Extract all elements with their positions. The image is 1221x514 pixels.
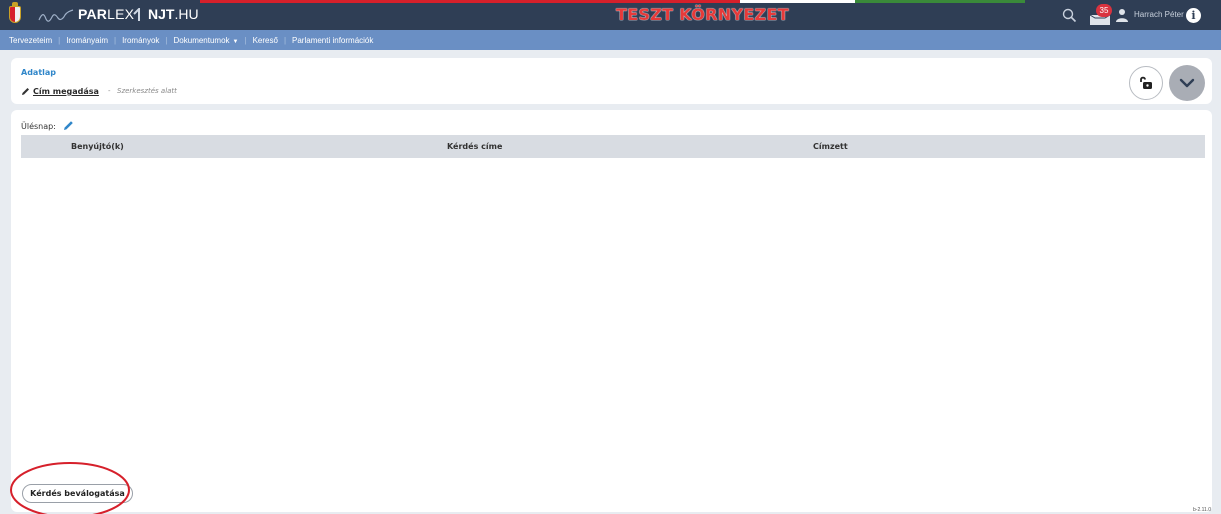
- nav-separator: |: [283, 35, 287, 45]
- chevron-down-icon: ▼: [232, 38, 239, 45]
- chevron-down-icon: [1179, 78, 1195, 88]
- parlex-wave-icon: [38, 9, 74, 22]
- questions-card: Ülésnap: Benyújtó(k) Kérdés címe Címzett…: [11, 110, 1212, 512]
- main-nav: Tervezeteim | Irományaim | Irományok | D…: [0, 30, 1221, 50]
- nav-item-kereso[interactable]: Kereső: [253, 36, 278, 45]
- questions-table-header: Benyújtó(k) Kérdés címe Címzett: [21, 135, 1205, 158]
- expand-button[interactable]: [1169, 65, 1205, 101]
- nav-item-iromanyaim[interactable]: Irományaim: [66, 36, 108, 45]
- flag-stripe-green: [855, 0, 1025, 3]
- nav-item-iromanyok[interactable]: Irományok: [122, 36, 159, 45]
- edit-ulesnap-icon[interactable]: [63, 120, 74, 131]
- nav-item-dokumentumok[interactable]: Dokumentumok ▼: [174, 36, 239, 45]
- nav-separator: |: [114, 35, 117, 45]
- nav-separator: |: [165, 35, 168, 45]
- parlex-logo[interactable]: PARLEX: [78, 6, 134, 22]
- nav-item-dokumentumok-label: Dokumentumok: [173, 35, 230, 45]
- column-header-kerdes-cime[interactable]: Kérdés címe: [447, 142, 502, 151]
- crest-icon: [9, 2, 21, 23]
- nav-item-parlamenti-informaciok[interactable]: Parlamenti információk: [292, 36, 373, 45]
- user-icon[interactable]: [1116, 8, 1128, 22]
- status-separator: -: [108, 87, 111, 95]
- parlex-logo-bold: PAR: [78, 6, 108, 22]
- nav-item-tervezeteim[interactable]: Tervezeteim: [9, 36, 52, 45]
- adatlap-card: Adatlap Cím megadása - Szerkesztés alatt: [11, 58, 1212, 104]
- njt-logo-rest: .HU: [174, 6, 199, 22]
- flag-stripe-red: [200, 0, 740, 3]
- njt-logo-bold: NJT: [148, 6, 175, 22]
- highlight-ring: [10, 462, 130, 514]
- adatlap-title: Adatlap: [21, 68, 57, 77]
- nav-separator: |: [244, 35, 247, 45]
- pencil-icon: [22, 88, 29, 95]
- unlock-icon: [1140, 76, 1152, 89]
- flag-stripe-white: [740, 0, 855, 3]
- top-header: PARLEX NJT.HU TESZT KÖRNYEZET 35 Harrach…: [0, 0, 1221, 30]
- edit-status: Szerkesztés alatt: [117, 87, 177, 95]
- environment-title: TESZT KÖRNYEZET: [616, 5, 789, 24]
- version-label: b-2.11.0: [1193, 507, 1211, 513]
- parlex-logo-rest: LEX: [107, 6, 135, 22]
- column-header-benyujto[interactable]: Benyújtó(k): [71, 142, 124, 151]
- njt-logo[interactable]: NJT.HU: [148, 6, 199, 22]
- cim-megadasa-link[interactable]: Cím megadása: [33, 87, 99, 96]
- njt-mark-icon: [133, 8, 140, 21]
- unlock-button[interactable]: [1129, 66, 1163, 100]
- info-icon[interactable]: i: [1186, 8, 1201, 23]
- nav-separator: |: [58, 35, 61, 45]
- ulesnap-label: Ülésnap:: [21, 122, 56, 131]
- user-name[interactable]: Harrach Péter: [1134, 10, 1184, 19]
- column-header-cimzett[interactable]: Címzett: [813, 142, 848, 151]
- search-icon[interactable]: [1062, 8, 1077, 23]
- inbox-count-badge: 35: [1096, 4, 1112, 17]
